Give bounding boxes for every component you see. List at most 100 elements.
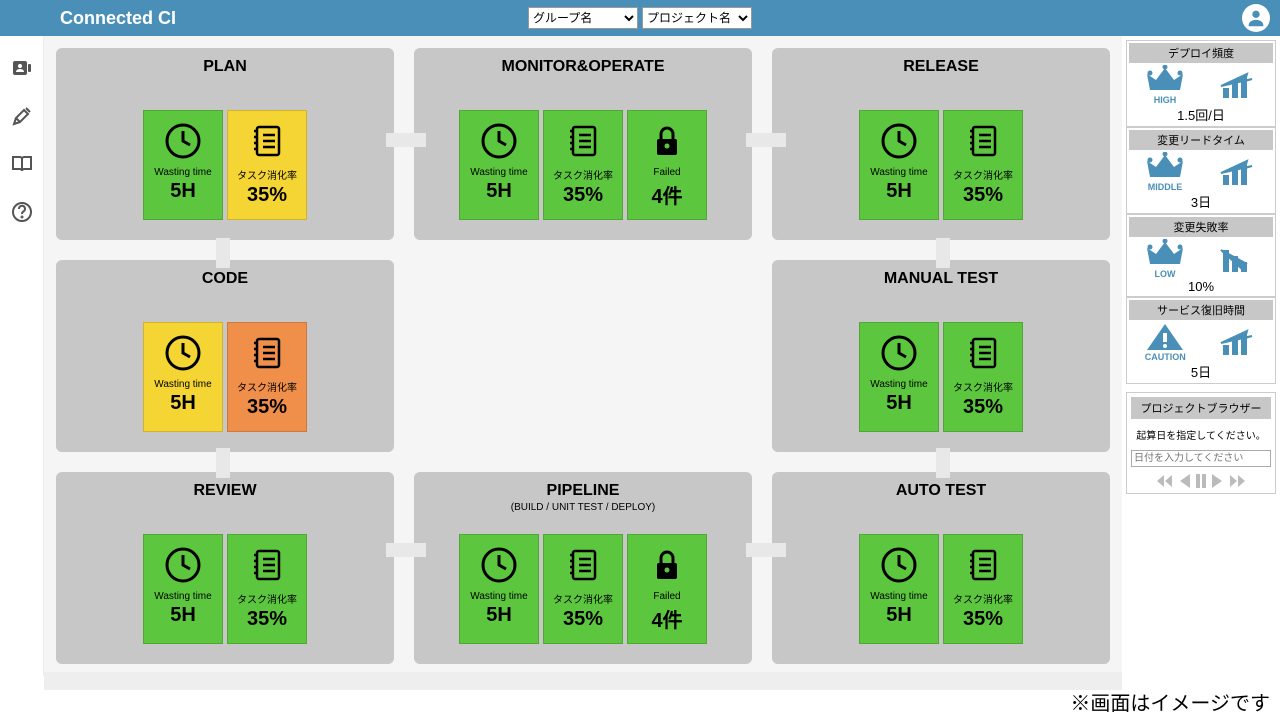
metric-label: Wasting time — [470, 167, 527, 178]
metrics-row: Wasting time 5H タスク消化率 35% — [143, 322, 307, 432]
user-avatar[interactable] — [1242, 4, 1270, 32]
project-select[interactable]: プロジェクト名 — [642, 7, 752, 29]
metric-value: 5H — [886, 604, 912, 627]
kpi-card[interactable]: 変更失敗率 LOW 10% — [1126, 214, 1276, 297]
metrics-row: Wasting time 5H タスク消化率 35% — [143, 110, 307, 220]
right-panel: デプロイ頻度 HIGH 1.5回/日変更リードタイム MIDDLE 3日変更失敗… — [1122, 36, 1280, 676]
metric-clock[interactable]: Wasting time 5H — [143, 322, 223, 432]
metric-notebook[interactable]: タスク消化率 35% — [227, 110, 307, 220]
metric-lock[interactable]: Failed 4件 — [627, 534, 707, 644]
clock-icon — [161, 543, 205, 587]
stage-title: REVIEW — [193, 482, 256, 500]
header-selects: グループ名 プロジェクト名 — [528, 7, 752, 29]
header: Connected CI グループ名 プロジェクト名 — [0, 0, 1280, 36]
metric-value: 35% — [247, 184, 287, 207]
stage-code[interactable]: CODE Wasting time 5H タスク消化率 35% — [56, 260, 394, 452]
kpi-title: 変更失敗率 — [1129, 217, 1273, 237]
metric-value: 35% — [963, 184, 1003, 207]
prev-icon[interactable] — [1178, 473, 1192, 489]
stage-autotest[interactable]: AUTO TEST Wasting time 5H タスク消化率 35% — [772, 472, 1110, 664]
kpi-card[interactable]: 変更リードタイム MIDDLE 3日 — [1126, 127, 1276, 214]
sidebar-tools-icon[interactable] — [10, 104, 34, 128]
notebook-icon — [245, 119, 289, 163]
kpi-badge: MIDDLE — [1145, 182, 1185, 192]
metric-label: タスク消化率 — [553, 591, 613, 606]
metric-clock[interactable]: Wasting time 5H — [859, 322, 939, 432]
notebook-icon — [561, 119, 605, 163]
metrics-row: Wasting time 5H タスク消化率 35% Failed 4件 — [459, 110, 707, 220]
stage-title: AUTO TEST — [896, 482, 986, 500]
metric-value: 5H — [486, 604, 512, 627]
kpi-title: デプロイ頻度 — [1129, 43, 1273, 63]
trend-up-icon — [1217, 70, 1257, 100]
kpi-badge: HIGH — [1145, 95, 1185, 105]
metric-label: タスク消化率 — [953, 379, 1013, 394]
rewind-icon[interactable] — [1156, 473, 1176, 489]
date-input[interactable] — [1131, 450, 1271, 467]
lock-icon — [645, 119, 689, 163]
metric-clock[interactable]: Wasting time 5H — [859, 110, 939, 220]
stage-title: PIPELINE — [547, 482, 620, 500]
next-icon[interactable] — [1210, 473, 1224, 489]
crown-icon — [1145, 152, 1185, 182]
metric-notebook[interactable]: タスク消化率 35% — [943, 534, 1023, 644]
pause-icon[interactable] — [1194, 473, 1208, 489]
forward-icon[interactable] — [1226, 473, 1246, 489]
footer-bar — [44, 672, 1122, 690]
metric-clock[interactable]: Wasting time 5H — [143, 110, 223, 220]
metric-notebook[interactable]: タスク消化率 35% — [543, 534, 623, 644]
metric-notebook[interactable]: タスク消化率 35% — [943, 110, 1023, 220]
metric-clock[interactable]: Wasting time 5H — [459, 534, 539, 644]
group-select[interactable]: グループ名 — [528, 7, 638, 29]
metric-label: Wasting time — [154, 379, 211, 390]
clock-icon — [161, 119, 205, 163]
notebook-icon — [961, 119, 1005, 163]
metric-notebook[interactable]: タスク消化率 35% — [227, 534, 307, 644]
metric-notebook[interactable]: タスク消化率 35% — [227, 322, 307, 432]
stage-manualtest[interactable]: MANUAL TEST Wasting time 5H タスク消化率 35% — [772, 260, 1110, 452]
kpi-badge: CAUTION — [1145, 352, 1186, 362]
metric-label: Wasting time — [870, 379, 927, 390]
stage-review[interactable]: REVIEW Wasting time 5H タスク消化率 35% — [56, 472, 394, 664]
metric-notebook[interactable]: タスク消化率 35% — [543, 110, 623, 220]
stage-release[interactable]: RELEASE Wasting time 5H タスク消化率 35% — [772, 48, 1110, 240]
stage-title: CODE — [202, 270, 248, 288]
notebook-icon — [961, 331, 1005, 375]
metric-value: 35% — [963, 608, 1003, 631]
notebook-icon — [245, 543, 289, 587]
metric-lock[interactable]: Failed 4件 — [627, 110, 707, 220]
stage-empty — [414, 260, 752, 452]
metric-clock[interactable]: Wasting time 5H — [143, 534, 223, 644]
stage-subtitle: (BUILD / UNIT TEST / DEPLOY) — [511, 502, 655, 513]
metric-label: タスク消化率 — [237, 379, 297, 394]
notebook-icon — [245, 331, 289, 375]
metric-label: Wasting time — [870, 167, 927, 178]
player-controls — [1131, 473, 1271, 489]
trend-up-icon — [1217, 157, 1257, 187]
clock-icon — [477, 119, 521, 163]
sidebar-help-icon[interactable] — [10, 200, 34, 224]
metric-value: 35% — [563, 608, 603, 631]
sidebar-users-icon[interactable] — [10, 56, 34, 80]
kpi-card[interactable]: サービス復旧時間 CAUTION 5日 — [1126, 297, 1276, 384]
metric-label: タスク消化率 — [553, 167, 613, 182]
metrics-row: Wasting time 5H タスク消化率 35% — [859, 110, 1023, 220]
kpi-title: 変更リードタイム — [1129, 130, 1273, 150]
browser-hint: 起算日を指定してください。 — [1131, 427, 1271, 442]
stage-monitoroperate[interactable]: MONITOR&OPERATE Wasting time 5H タスク消化率 3… — [414, 48, 752, 240]
metric-clock[interactable]: Wasting time 5H — [859, 534, 939, 644]
crown-icon — [1145, 65, 1185, 95]
metric-value: 35% — [563, 184, 603, 207]
kpi-card[interactable]: デプロイ頻度 HIGH 1.5回/日 — [1126, 40, 1276, 127]
stage-plan[interactable]: PLAN Wasting time 5H タスク消化率 35% — [56, 48, 394, 240]
stage-title: MONITOR&OPERATE — [502, 58, 665, 76]
sidebar-book-icon[interactable] — [10, 152, 34, 176]
kpi-value: 1.5回/日 — [1129, 105, 1273, 124]
kpi-badge: LOW — [1145, 269, 1185, 279]
metrics-row: Wasting time 5H タスク消化率 35% — [143, 534, 307, 644]
kpi-title: サービス復旧時間 — [1129, 300, 1273, 320]
crown-icon — [1145, 239, 1185, 269]
metric-clock[interactable]: Wasting time 5H — [459, 110, 539, 220]
metric-notebook[interactable]: タスク消化率 35% — [943, 322, 1023, 432]
stage-pipeline[interactable]: PIPELINE (BUILD / UNIT TEST / DEPLOY) Was… — [414, 472, 752, 664]
